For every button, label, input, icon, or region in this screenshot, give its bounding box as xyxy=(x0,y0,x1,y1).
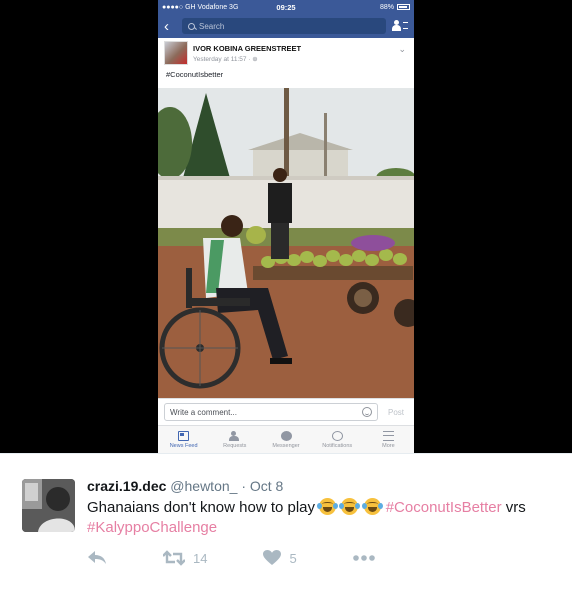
tweet-text-part: vrs xyxy=(501,499,526,516)
chevron-down-icon[interactable]: ⌄ xyxy=(398,44,406,55)
tab-more[interactable]: More xyxy=(363,426,414,453)
retweet-icon xyxy=(163,550,185,566)
battery-icon xyxy=(397,4,410,10)
news-feed-icon xyxy=(178,430,190,441)
purple-sacks xyxy=(351,235,395,251)
tears-of-joy-emoji-icon xyxy=(339,498,361,515)
heart-icon xyxy=(263,550,282,565)
boy-head xyxy=(273,168,287,182)
tweet-actions: 14 5 xyxy=(87,547,431,569)
separator: · xyxy=(241,478,246,494)
tab-messenger[interactable]: Messenger xyxy=(260,426,311,453)
tweet-header: crazi.19.dec @hewton_ · Oct 8 xyxy=(87,478,283,494)
facebook-tab-bar: News Feed Requests Messenger Notificatio… xyxy=(158,425,414,453)
more-options-button[interactable] xyxy=(352,555,375,561)
tears-of-joy-emoji-icon xyxy=(361,498,383,515)
hashtag-link[interactable]: #CoconutIsBetter xyxy=(386,499,502,516)
back-chevron-icon[interactable]: ‹ xyxy=(164,19,176,34)
wheelchair-seat xyxy=(188,298,250,306)
coconut-cart xyxy=(253,266,413,280)
comment-input[interactable]: Write a comment... xyxy=(164,403,378,421)
tab-label: More xyxy=(382,442,395,449)
post-photo[interactable] xyxy=(158,88,414,398)
tab-label: Messenger xyxy=(272,442,300,449)
search-input[interactable]: Search xyxy=(182,18,386,34)
embedded-media[interactable]: ●●●●○ GH Vodafone 3G 09:25 88% ‹ Search … xyxy=(0,0,572,453)
post-text: #CoconutIsbetter xyxy=(166,70,224,79)
menu-icon xyxy=(382,430,394,441)
globe-icon xyxy=(331,430,343,441)
facebook-nav-bar: ‹ Search xyxy=(158,14,414,38)
building xyxy=(253,148,348,178)
hashtag-link[interactable]: #KalyppoChallenge xyxy=(87,519,217,536)
tweet-date[interactable]: Oct 8 xyxy=(250,478,283,494)
phone-screenshot: ●●●●○ GH Vodafone 3G 09:25 88% ‹ Search … xyxy=(158,0,414,453)
tab-news-feed[interactable]: News Feed xyxy=(158,426,209,453)
tab-label: News Feed xyxy=(169,442,198,449)
man-head xyxy=(221,215,243,237)
search-icon xyxy=(188,22,195,30)
post-author[interactable]: IVOR KOBINA GREENSTREET xyxy=(193,44,301,53)
search-placeholder: Search xyxy=(199,21,225,31)
comment-placeholder: Write a comment... xyxy=(170,407,237,417)
clock: 09:25 xyxy=(276,2,296,12)
tab-requests[interactable]: Requests xyxy=(209,426,260,453)
friends-icon[interactable] xyxy=(392,19,408,33)
user-handle[interactable]: @hewton_ xyxy=(170,478,237,494)
tab-notifications[interactable]: Notifications xyxy=(312,426,363,453)
author-avatar[interactable] xyxy=(164,41,188,65)
reply-button[interactable] xyxy=(87,550,107,566)
boy-shirt xyxy=(268,183,292,223)
tweet-text: Ghanaians don't know how to play #Coconu… xyxy=(87,498,557,538)
like-count: 5 xyxy=(289,550,297,566)
tears-of-joy-emoji-icon xyxy=(317,498,339,515)
more-dots-icon xyxy=(352,555,375,561)
messenger-icon xyxy=(280,430,292,441)
tab-label: Requests xyxy=(223,442,247,449)
comment-bar: Write a comment... Post xyxy=(158,398,414,425)
post-header: IVOR KOBINA GREENSTREET Yesterday at 11:… xyxy=(158,38,414,68)
status-bar: ●●●●○ GH Vodafone 3G 09:25 88% xyxy=(158,0,414,14)
display-name[interactable]: crazi.19.dec xyxy=(87,478,166,494)
retweet-button[interactable]: 14 xyxy=(163,550,207,566)
tab-label: Notifications xyxy=(322,442,353,449)
post-comment-button[interactable]: Post xyxy=(384,408,408,417)
post-timestamp: Yesterday at 11:57 · ⊕ xyxy=(193,55,258,63)
emoji-icon[interactable] xyxy=(362,407,372,417)
avatar[interactable] xyxy=(22,479,75,532)
friend-requests-icon xyxy=(229,430,240,441)
tweet: crazi.19.dec @hewton_ · Oct 8 Ghanaians … xyxy=(0,453,572,592)
reply-icon xyxy=(88,551,106,564)
retweet-count: 14 xyxy=(193,550,208,566)
like-button[interactable]: 5 xyxy=(263,550,297,566)
tweet-text-part: Ghanaians don't know how to play xyxy=(87,499,320,516)
